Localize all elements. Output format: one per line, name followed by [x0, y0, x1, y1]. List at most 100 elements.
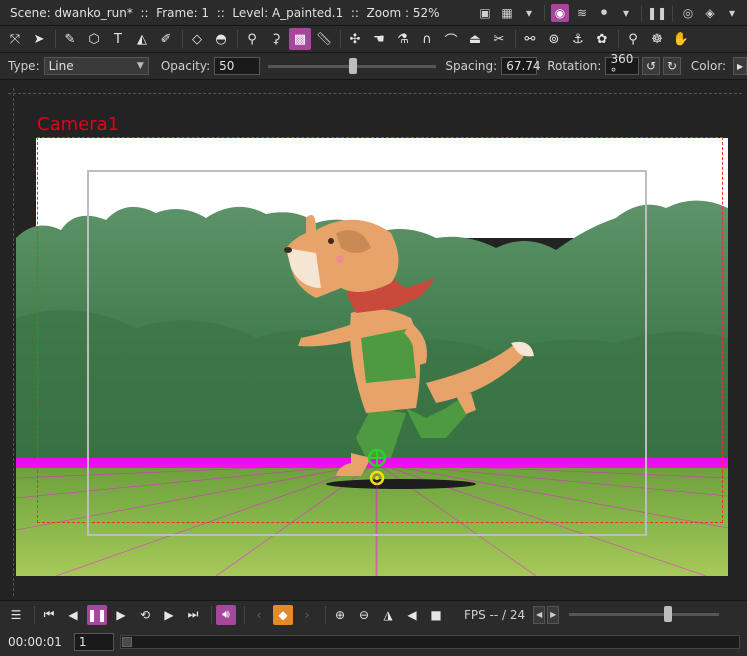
title-bar: Scene: dwanko_run* :: Frame: 1 :: Level:…	[0, 0, 747, 26]
type-select[interactable]: Line ▼	[43, 57, 149, 75]
spacing-label: Spacing:	[445, 59, 498, 73]
tape-tool-icon[interactable]: ◓	[210, 28, 232, 50]
paint-brush-tool-icon[interactable]: ✐	[155, 28, 177, 50]
divider	[325, 605, 326, 624]
chevron-right-icon[interactable]: ▶	[547, 605, 560, 624]
zoom-in-icon[interactable]: ⊕	[330, 605, 350, 625]
divider	[340, 30, 341, 48]
hand-tool-icon[interactable]: ✋	[670, 28, 692, 50]
animate-tool-icon[interactable]: ⤧	[4, 28, 26, 50]
opacity-field[interactable]: 50	[214, 57, 260, 75]
skeleton-tool-icon[interactable]: ⚯	[519, 28, 541, 50]
divider	[55, 30, 56, 48]
first-frame-icon[interactable]: ⏮	[39, 605, 59, 625]
flip-view-icon[interactable]: ◈	[701, 4, 719, 22]
perspective-grid-tool-icon[interactable]: ▩	[289, 28, 311, 50]
flip-horizontal-icon[interactable]: ◮	[378, 605, 398, 625]
opacity-slider-knob[interactable]	[348, 57, 357, 74]
control-point-editor-tool-icon[interactable]: ✣	[344, 28, 366, 50]
divider	[182, 30, 183, 48]
type-select-value: Line	[48, 59, 74, 73]
rotate-left-icon[interactable]: ↺	[642, 57, 661, 75]
pinch-tool-icon[interactable]: ☚	[368, 28, 390, 50]
chevron-down-icon[interactable]: ▾	[617, 4, 635, 22]
hook-tool-icon[interactable]: ⚓	[567, 28, 589, 50]
camera-label: Camera1	[37, 114, 120, 135]
zoom-tool-icon[interactable]: ⚲	[622, 28, 644, 50]
cutter-tool-icon[interactable]: ✂	[488, 28, 510, 50]
eye-icon[interactable]: ◎	[679, 4, 697, 22]
horizontal-ruler	[8, 88, 742, 94]
divider	[618, 30, 619, 48]
frame-slider[interactable]	[119, 635, 740, 649]
playback-zoom-slider[interactable]	[569, 606, 720, 622]
playback-bar: ☰ ⏮ ◀︎ ❚❚ ▶ ⟲ ▶︎ ⏭ 🔊︎ ‹ ◆ › ⊕ ⊖ ◮ ◀ ■ FP…	[0, 600, 747, 628]
divider	[244, 605, 245, 624]
divider	[672, 4, 673, 21]
plastic-tool-icon[interactable]: ✿	[591, 28, 613, 50]
camera-stand-icon[interactable]: ◉	[551, 3, 569, 22]
opacity-label: Opacity:	[160, 59, 211, 73]
chevron-down-icon[interactable]: ▾	[723, 4, 741, 22]
selection-tool-icon[interactable]: ➤	[28, 28, 50, 50]
rgb-picker-tool-icon[interactable]: ⚳	[265, 28, 287, 50]
frame-field[interactable]: 1	[73, 633, 114, 651]
pump-tool-icon[interactable]: ⚗	[392, 28, 414, 50]
divider	[544, 4, 545, 21]
divider	[34, 605, 35, 624]
grid-icon[interactable]: ▦	[498, 4, 516, 22]
keyframe-icon[interactable]: ◆	[273, 604, 293, 625]
iron-tool-icon[interactable]: ⏏	[464, 28, 486, 50]
divider	[515, 30, 516, 48]
next-frame-icon[interactable]: ▶︎	[159, 605, 179, 625]
opacity-slider[interactable]	[267, 57, 437, 74]
pause-icon[interactable]: ❚❚	[87, 604, 107, 625]
chevron-down-icon: ▼	[136, 61, 144, 71]
geometric-tool-icon[interactable]: ⬡	[83, 28, 105, 50]
rotate-tool-icon[interactable]: ☸	[646, 28, 668, 50]
ruler-tool-icon[interactable]: 📏︎	[313, 28, 335, 50]
rotation-field[interactable]: 360 °	[605, 52, 640, 80]
divider	[641, 4, 642, 21]
chevron-left-icon[interactable]: ◀	[533, 605, 546, 624]
chevron-down-icon[interactable]: ▾	[520, 4, 538, 22]
previous-key-icon[interactable]: ‹	[249, 605, 269, 625]
loop-icon[interactable]: ⟲	[135, 605, 155, 625]
type-label: Type:	[8, 59, 40, 73]
divider	[237, 30, 238, 48]
viewer-panel[interactable]: Camera1	[0, 80, 747, 600]
stop-icon[interactable]: ■	[426, 605, 446, 625]
chevron-right-icon[interactable]: ▶	[733, 57, 747, 75]
next-key-icon[interactable]: ›	[297, 605, 317, 625]
scene-title: Scene: dwanko_run* :: Frame: 1 :: Level:…	[10, 5, 440, 20]
style-picker-tool-icon[interactable]: ⚲	[241, 28, 263, 50]
previous-frame-icon[interactable]: ◀︎	[63, 605, 83, 625]
3d-view-icon[interactable]: ≋	[573, 4, 591, 22]
type-tool-icon[interactable]: T	[107, 28, 129, 50]
frame-slider-knob[interactable]	[121, 637, 132, 647]
fill-tool-icon[interactable]: ◭	[131, 28, 153, 50]
freeze-icon[interactable]: ❚❚	[647, 4, 667, 22]
tools-bar: ⤧ ➤ ✎ ⬡ T ◭ ✐ ◇ ◓ ⚲ ⚳ ▩ 📏︎ ✣ ☚ ⚗ ∩ ⌒ ⏏ ✂…	[0, 26, 747, 53]
zoom-out-icon[interactable]: ⊖	[354, 605, 374, 625]
camera-view-icon[interactable]: ⏺	[595, 4, 613, 22]
rotate-right-icon[interactable]: ↻	[663, 57, 681, 75]
sound-icon[interactable]: 🔊︎	[216, 604, 236, 625]
rotation-label: Rotation:	[547, 59, 602, 73]
playback-zoom-slider-knob[interactable]	[664, 606, 673, 622]
menu-icon[interactable]: ☰	[6, 605, 26, 625]
magnet-tool-icon[interactable]: ∩	[416, 28, 438, 50]
last-frame-icon[interactable]: ⏭	[183, 605, 203, 625]
divider	[211, 605, 212, 624]
brush-tool-icon[interactable]: ✎	[59, 28, 81, 50]
tool-options-bar: Type: Line ▼ Opacity: 50 Spacing: 67.74 …	[0, 52, 747, 80]
fps-label: FPS -- / 24	[464, 607, 526, 622]
eraser-tool-icon[interactable]: ◇	[186, 28, 208, 50]
preview-toggle-icon[interactable]: ▣	[476, 4, 494, 22]
spacing-field[interactable]: 67.74	[501, 57, 541, 75]
tracker-tool-icon[interactable]: ⊚	[543, 28, 565, 50]
flip-vertical-icon[interactable]: ◀	[402, 605, 422, 625]
color-label: Color:	[690, 59, 727, 73]
play-icon[interactable]: ▶	[111, 605, 131, 625]
bender-tool-icon[interactable]: ⌒	[440, 28, 462, 50]
